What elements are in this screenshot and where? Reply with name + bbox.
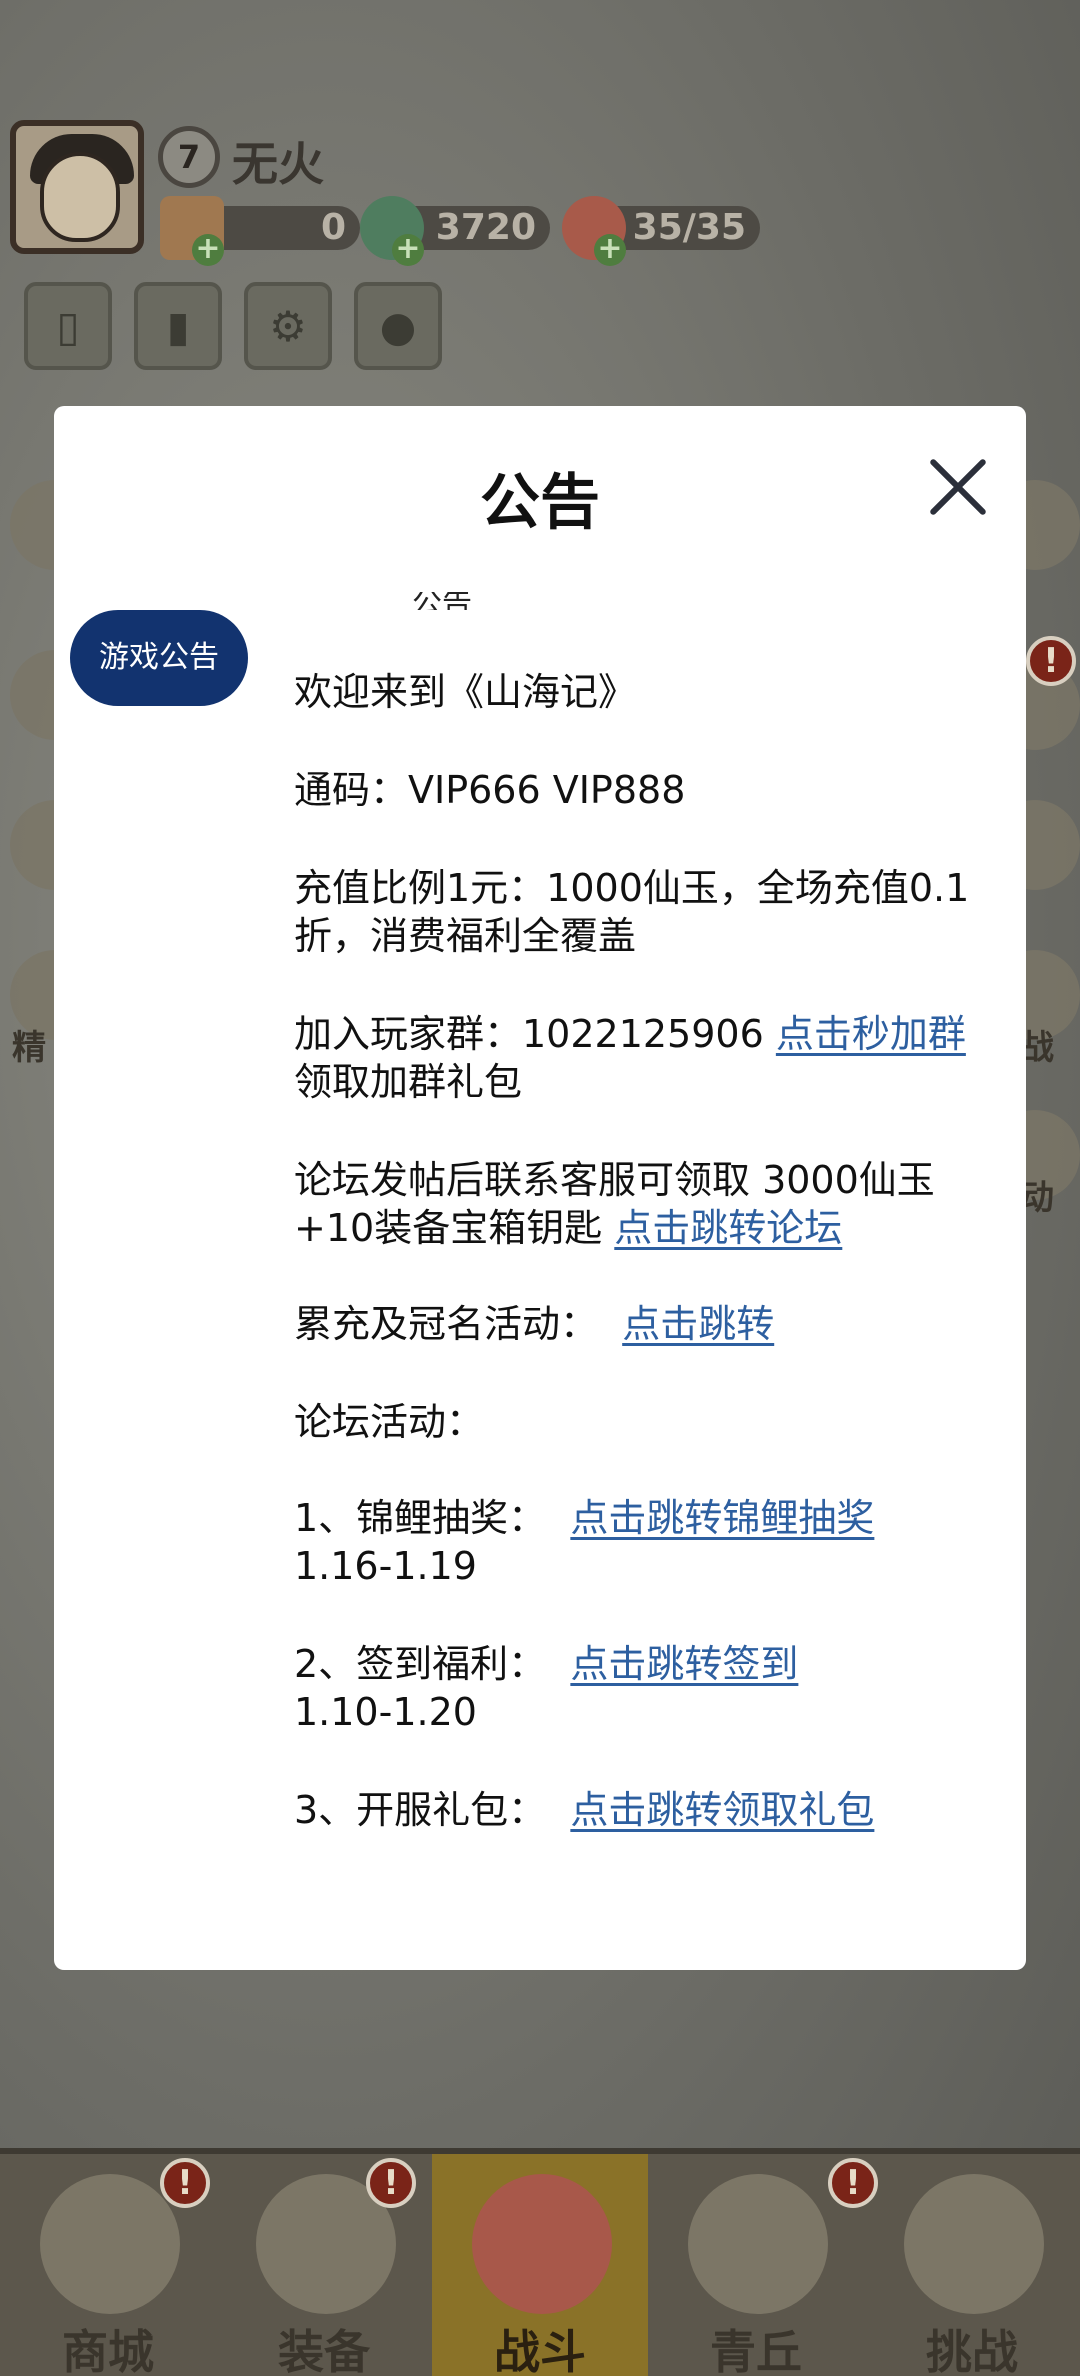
cumulative-link[interactable]: 点击跳转 <box>622 1302 774 1346</box>
code-line: 通码：VIP666 VIP888 <box>294 768 686 812</box>
forum-line: 论坛发帖后联系客服可领取 3000仙玉+10装备宝箱钥匙 点击跳转论坛 <box>294 1156 1014 1252</box>
cumulative-text: 累充及冠名活动： <box>294 1302 611 1346</box>
activity-1-date: 1.16-1.19 <box>294 1544 477 1588</box>
forum-link[interactable]: 点击跳转论坛 <box>614 1206 842 1250</box>
join-group-link[interactable]: 点击秒加群 <box>776 1012 966 1056</box>
close-icon[interactable] <box>926 456 990 520</box>
modal-title: 公告 <box>480 468 600 538</box>
activity-2: 2、签到福利： 点击跳转签到 1.10-1.20 <box>294 1640 1014 1736</box>
tab-game-announcement[interactable]: 游戏公告 <box>70 610 248 706</box>
group-text: 加入玩家群：1022125906 <box>294 1012 776 1056</box>
sign-in-link[interactable]: 点击跳转签到 <box>570 1642 798 1686</box>
group-suffix-text: 领取加群礼包 <box>294 1060 523 1104</box>
announcement-modal: 公告 游戏公告 公告 欢迎来到《山海记》 通码：VIP666 VIP888 充值… <box>54 406 1026 1970</box>
forum-activity-line: 论坛活动： <box>294 1400 485 1444</box>
koi-lottery-link[interactable]: 点击跳转锦鲤抽奖 <box>570 1496 874 1540</box>
server-gift-link[interactable]: 点击跳转领取礼包 <box>570 1788 874 1832</box>
activity-2-date: 1.10-1.20 <box>294 1690 477 1734</box>
cumulative-line: 累充及冠名活动： 点击跳转 <box>294 1300 1014 1348</box>
group-line: 加入玩家群：1022125906 点击秒加群 领取加群礼包 <box>294 1010 1014 1106</box>
activity-2-text: 2、签到福利： <box>294 1642 559 1686</box>
activity-1-text: 1、锦鲤抽奖： <box>294 1496 559 1540</box>
activity-3: 3、开服礼包： 点击跳转领取礼包 <box>294 1786 1014 1834</box>
activity-1: 1、锦鲤抽奖： 点击跳转锦鲤抽奖 1.16-1.19 <box>294 1494 1014 1590</box>
activity-3-text: 3、开服礼包： <box>294 1788 559 1832</box>
welcome-line: 欢迎来到《山海记》 <box>294 670 637 714</box>
clipped-heading: 公告 <box>412 592 472 610</box>
recharge-line: 充值比例1元：1000仙玉，全场充值0.1折，消费福利全覆盖 <box>294 866 970 958</box>
